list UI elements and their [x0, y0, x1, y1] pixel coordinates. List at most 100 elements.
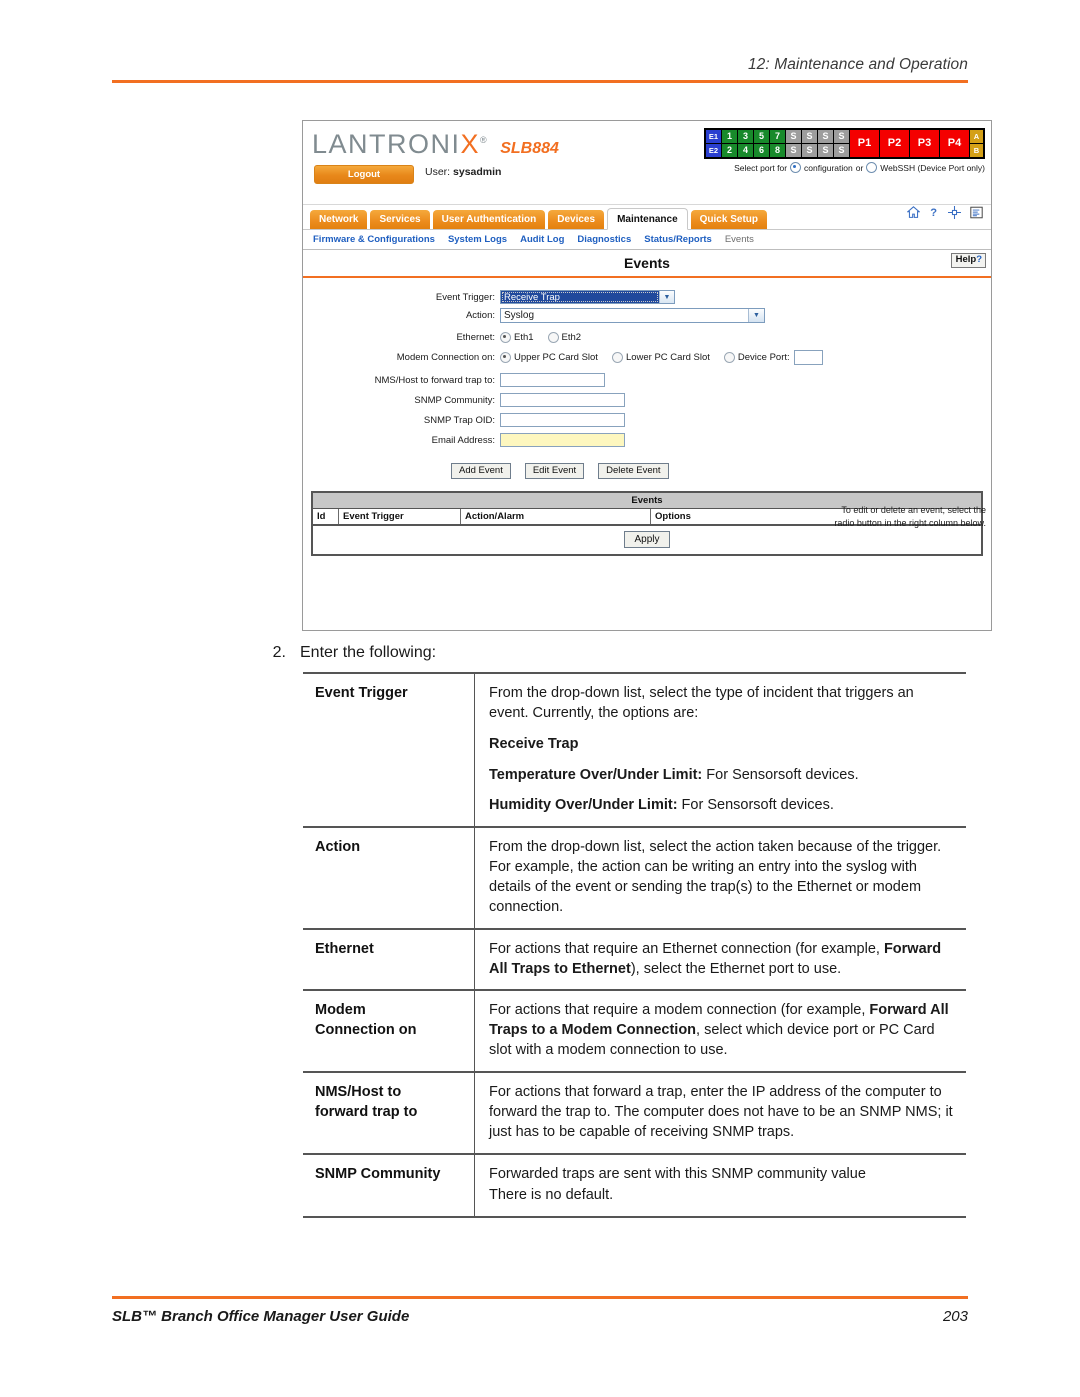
edit-event-button[interactable]: Edit Event [524, 463, 585, 480]
user-name: sysadmin [453, 166, 502, 178]
power-outlet-p3[interactable]: P3 [910, 130, 939, 157]
device-port-s-bottom-4[interactable]: S [834, 144, 849, 157]
ethernet-port-e2[interactable]: E2 [706, 144, 721, 157]
help-button[interactable]: Help? [950, 253, 986, 268]
chevron-down-icon: ▼ [659, 291, 674, 303]
help-button-mark: ? [976, 254, 982, 265]
pc-card-slot-b[interactable]: B [970, 144, 983, 157]
device-port-s-bottom-3[interactable]: S [818, 144, 833, 157]
device-port-group: 1 3 5 7 S S S S 2 4 6 8 S S S S [722, 130, 849, 157]
device-port-s-top-4[interactable]: S [834, 130, 849, 143]
radio-eth1[interactable] [500, 332, 511, 343]
tab-maintenance[interactable]: Maintenance [607, 208, 688, 230]
device-port-8[interactable]: 8 [770, 144, 785, 157]
email-address-control [500, 433, 625, 447]
device-port-5[interactable]: 5 [754, 130, 769, 143]
radio-lower-pc-card-slot[interactable] [611, 352, 623, 363]
subnav-status-reports[interactable]: Status/Reports [644, 234, 712, 245]
step-instruction: 2. Enter the following: [266, 644, 966, 662]
content-page-title: Events [624, 255, 670, 271]
snmp-trap-oid-input[interactable] [500, 413, 625, 427]
radio-upper-pc-card-slot[interactable] [500, 352, 511, 363]
tab-network[interactable]: Network [310, 210, 368, 229]
logo-x: X [460, 129, 481, 159]
select-port-separator: or [855, 162, 864, 173]
main-tab-strip: Network Services User Authentication Dev… [303, 205, 991, 230]
device-port-2[interactable]: 2 [722, 144, 737, 157]
events-table-col-id: Id [313, 509, 339, 525]
power-outlet-p1[interactable]: P1 [850, 130, 879, 157]
select-port-prefix: Select port for [734, 162, 788, 173]
row-term-action: Action [303, 828, 475, 928]
modem-option-device-port[interactable]: Device Port: [723, 352, 790, 363]
row-desc-nms-host: For actions that forward a trap, enter t… [475, 1073, 966, 1153]
row-desc-event-trigger: From the drop-down list, select the type… [475, 674, 966, 826]
radio-eth2[interactable] [547, 332, 559, 343]
home-icon[interactable] [906, 206, 921, 219]
logout-button[interactable]: Logout [314, 165, 414, 184]
power-outlet-p2[interactable]: P2 [880, 130, 909, 157]
row-desc-ethernet: For actions that require an Ethernet con… [475, 930, 966, 990]
select-port-webssh-radio[interactable] [866, 162, 878, 173]
device-port-6[interactable]: 6 [754, 144, 769, 157]
ethernet-option-eth2[interactable]: Eth2 [547, 332, 581, 343]
device-port-s-bottom-1[interactable]: S [786, 144, 801, 157]
add-event-button[interactable]: Add Event [451, 463, 511, 480]
device-web-ui-screenshot: LANTRONIX® SLB884 Logout User: sysadmin … [302, 120, 992, 631]
power-outlet-p4[interactable]: P4 [940, 130, 969, 157]
event-trigger-control: Receive Trap ▼ [500, 290, 675, 304]
event-trigger-select[interactable]: Receive Trap ▼ [500, 290, 675, 304]
device-port-3[interactable]: 3 [738, 130, 753, 143]
apply-button[interactable]: Apply [624, 531, 670, 549]
modem-option-lower-pc-card-slot[interactable]: Lower PC Card Slot [611, 352, 710, 363]
device-model-label: SLB884 [500, 140, 559, 157]
subnav-diagnostics[interactable]: Diagnostics [577, 234, 631, 245]
subnav-firmware-configurations[interactable]: Firmware & Configurations [313, 234, 435, 245]
delete-event-button[interactable]: Delete Event [598, 463, 669, 480]
device-port-7[interactable]: 7 [770, 130, 785, 143]
tab-services[interactable]: Services [370, 210, 430, 229]
tab-devices[interactable]: Devices [548, 210, 605, 229]
snmp-community-input[interactable] [500, 393, 625, 407]
device-port-4[interactable]: 4 [738, 144, 753, 157]
pc-card-slot-group: A B [970, 130, 983, 157]
ethernet-option-eth1[interactable]: Eth1 [500, 332, 534, 343]
desc-bold-lead: Receive Trap [489, 735, 579, 752]
sub-navigation: Firmware & Configurations System Logs Au… [303, 230, 991, 250]
sitemap-icon[interactable] [948, 206, 961, 219]
device-port-1[interactable]: 1 [722, 130, 737, 143]
device-port-input[interactable] [793, 350, 823, 365]
select-port-configuration-radio[interactable] [790, 162, 802, 173]
subnav-system-logs[interactable]: System Logs [448, 234, 507, 245]
step-text: Enter the following: [300, 644, 437, 661]
page-footer-rule [112, 1296, 968, 1299]
nms-host-input[interactable] [500, 373, 605, 387]
desc-paragraph: Temperature Over/Under Limit: For Sensor… [489, 766, 956, 786]
page-number: 203 [942, 1308, 968, 1325]
row-term-snmp-community: SNMP Community [303, 1154, 475, 1217]
modem-option-lower-label: Lower PC Card Slot [625, 352, 710, 363]
port-status-map: E1 E2 1 3 5 7 S S S S 2 4 6 8 S S S S P1… [704, 128, 985, 159]
modem-option-upper-label: Upper PC Card Slot [514, 352, 598, 363]
events-table-col-event-trigger: Event Trigger [339, 509, 461, 525]
device-port-s-top-1[interactable]: S [786, 130, 801, 143]
user-prefix: User: [425, 166, 451, 178]
tab-quick-setup[interactable]: Quick Setup [690, 210, 767, 229]
pc-card-slot-a[interactable]: A [970, 130, 983, 143]
ethernet-port-e1[interactable]: E1 [706, 130, 721, 143]
device-port-s-bottom-2[interactable]: S [802, 144, 817, 157]
ethernet-label: Ethernet: [456, 332, 495, 343]
log-list-icon[interactable] [970, 206, 983, 219]
help-question-icon[interactable]: ? [929, 206, 939, 219]
device-port-s-top-2[interactable]: S [802, 130, 817, 143]
event-trigger-label: Event Trigger: [435, 291, 495, 303]
email-address-input[interactable] [500, 433, 625, 447]
modem-option-upper-pc-card-slot[interactable]: Upper PC Card Slot [500, 352, 598, 363]
radio-device-port[interactable] [723, 352, 735, 363]
device-port-s-top-3[interactable]: S [818, 130, 833, 143]
power-outlet-group: P1 P2 P3 P4 [850, 130, 969, 157]
subnav-audit-log[interactable]: Audit Log [520, 234, 564, 245]
snmp-community-row: SNMP Community: [303, 393, 991, 407]
tab-user-authentication[interactable]: User Authentication [432, 210, 546, 229]
action-select[interactable]: Syslog ▼ [500, 308, 765, 323]
